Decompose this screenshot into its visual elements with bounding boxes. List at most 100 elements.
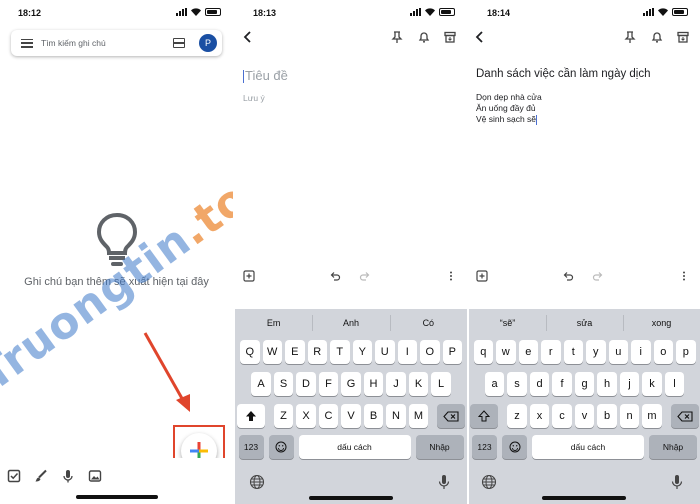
key[interactable]: p: [676, 340, 696, 364]
key[interactable]: h: [597, 372, 617, 396]
more-vert-icon[interactable]: [445, 270, 457, 282]
reminder-bell-icon[interactable]: [417, 30, 431, 44]
redo-icon[interactable]: [592, 270, 604, 282]
archive-icon[interactable]: [443, 30, 457, 44]
undo-icon[interactable]: [329, 270, 341, 282]
key[interactable]: G: [341, 372, 361, 396]
undo-icon[interactable]: [562, 270, 574, 282]
note-title[interactable]: Danh sách việc cần làm ngày dịch: [476, 68, 651, 80]
key[interactable]: r: [541, 340, 561, 364]
key[interactable]: U: [375, 340, 395, 364]
shift-key[interactable]: [236, 404, 265, 428]
key[interactable]: Y: [352, 340, 372, 364]
suggestion-item[interactable]: Có: [389, 315, 467, 331]
image-icon[interactable]: [88, 469, 102, 483]
emoji-key[interactable]: [268, 435, 294, 459]
back-arrow-icon[interactable]: [473, 30, 487, 44]
dictation-mic-icon[interactable]: [670, 474, 684, 490]
grid-view-icon[interactable]: [173, 38, 185, 48]
dictation-mic-icon[interactable]: [437, 474, 451, 490]
key[interactable]: t: [563, 340, 583, 364]
note-body[interactable]: Dọn dẹp nhà cửa Ăn uống đầy đủ Vệ sinh s…: [476, 92, 542, 125]
key[interactable]: u: [608, 340, 628, 364]
globe-icon[interactable]: [249, 474, 265, 490]
key[interactable]: f: [552, 372, 572, 396]
key[interactable]: S: [273, 372, 294, 396]
menu-icon[interactable]: [21, 38, 33, 48]
key[interactable]: l: [664, 372, 685, 396]
backspace-key[interactable]: [670, 404, 699, 428]
key[interactable]: F: [318, 372, 339, 396]
numbers-key[interactable]: 123: [472, 435, 497, 459]
search-input[interactable]: Tìm kiếm ghi chú: [41, 38, 173, 48]
key[interactable]: i: [631, 340, 651, 364]
suggestion-item[interactable]: sửa: [546, 315, 623, 331]
key[interactable]: y: [586, 340, 606, 364]
key[interactable]: q: [473, 340, 493, 364]
key[interactable]: A: [251, 372, 271, 396]
emoji-key[interactable]: [502, 435, 527, 459]
key[interactable]: v: [574, 404, 595, 428]
key[interactable]: R: [307, 340, 327, 364]
key[interactable]: n: [619, 404, 640, 428]
key[interactable]: s: [507, 372, 527, 396]
key[interactable]: j: [619, 372, 640, 396]
reminder-bell-icon[interactable]: [650, 30, 664, 44]
note-title-field[interactable]: Tiêu đề: [243, 68, 288, 84]
key[interactable]: b: [597, 404, 617, 428]
key[interactable]: g: [574, 372, 595, 396]
key[interactable]: m: [642, 404, 662, 428]
key[interactable]: D: [296, 372, 316, 396]
pin-icon[interactable]: [390, 30, 404, 44]
key[interactable]: T: [330, 340, 350, 364]
add-box-icon[interactable]: [476, 270, 488, 282]
search-bar[interactable]: Tìm kiếm ghi chú P: [11, 30, 222, 56]
note-body-field[interactable]: Lưu ý: [243, 93, 265, 103]
redo-icon[interactable]: [359, 270, 371, 282]
suggestion-item[interactable]: Em: [235, 318, 312, 328]
suggestion-item[interactable]: xong: [623, 315, 700, 331]
archive-icon[interactable]: [676, 30, 690, 44]
key[interactable]: N: [386, 404, 406, 428]
space-key[interactable]: dấu cách: [532, 435, 644, 459]
key[interactable]: z: [507, 404, 527, 428]
mic-icon[interactable]: [61, 469, 75, 483]
key[interactable]: K: [408, 372, 429, 396]
globe-icon[interactable]: [481, 474, 497, 490]
back-arrow-icon[interactable]: [241, 30, 255, 44]
return-key[interactable]: Nhập: [649, 435, 697, 459]
key[interactable]: C: [318, 404, 339, 428]
key[interactable]: X: [296, 404, 316, 428]
more-vert-icon[interactable]: [678, 270, 690, 282]
key[interactable]: W: [262, 340, 282, 364]
return-key[interactable]: Nhập: [415, 435, 464, 459]
brush-icon[interactable]: [34, 469, 48, 483]
key[interactable]: H: [363, 372, 384, 396]
checkbox-icon[interactable]: [7, 469, 21, 483]
pin-icon[interactable]: [623, 30, 637, 44]
avatar[interactable]: P: [199, 34, 217, 52]
key[interactable]: P: [442, 340, 462, 364]
key[interactable]: Z: [273, 404, 294, 428]
key[interactable]: x: [529, 404, 550, 428]
key[interactable]: w: [496, 340, 516, 364]
key[interactable]: E: [285, 340, 305, 364]
space-key[interactable]: dấu cách: [298, 435, 411, 459]
key[interactable]: k: [642, 372, 662, 396]
key[interactable]: L: [431, 372, 451, 396]
key[interactable]: J: [386, 372, 406, 396]
key[interactable]: e: [518, 340, 538, 364]
key[interactable]: O: [420, 340, 440, 364]
suggestion-item[interactable]: Anh: [312, 315, 389, 331]
key[interactable]: M: [408, 404, 429, 428]
backspace-key[interactable]: [437, 404, 466, 428]
shift-key[interactable]: [470, 404, 499, 428]
key[interactable]: I: [397, 340, 417, 364]
key[interactable]: V: [341, 404, 361, 428]
key[interactable]: c: [552, 404, 572, 428]
key[interactable]: a: [484, 372, 505, 396]
key[interactable]: Q: [240, 340, 260, 364]
add-box-icon[interactable]: [243, 270, 255, 282]
suggestion-item[interactable]: “sẽ”: [469, 318, 546, 328]
key[interactable]: B: [363, 404, 384, 428]
